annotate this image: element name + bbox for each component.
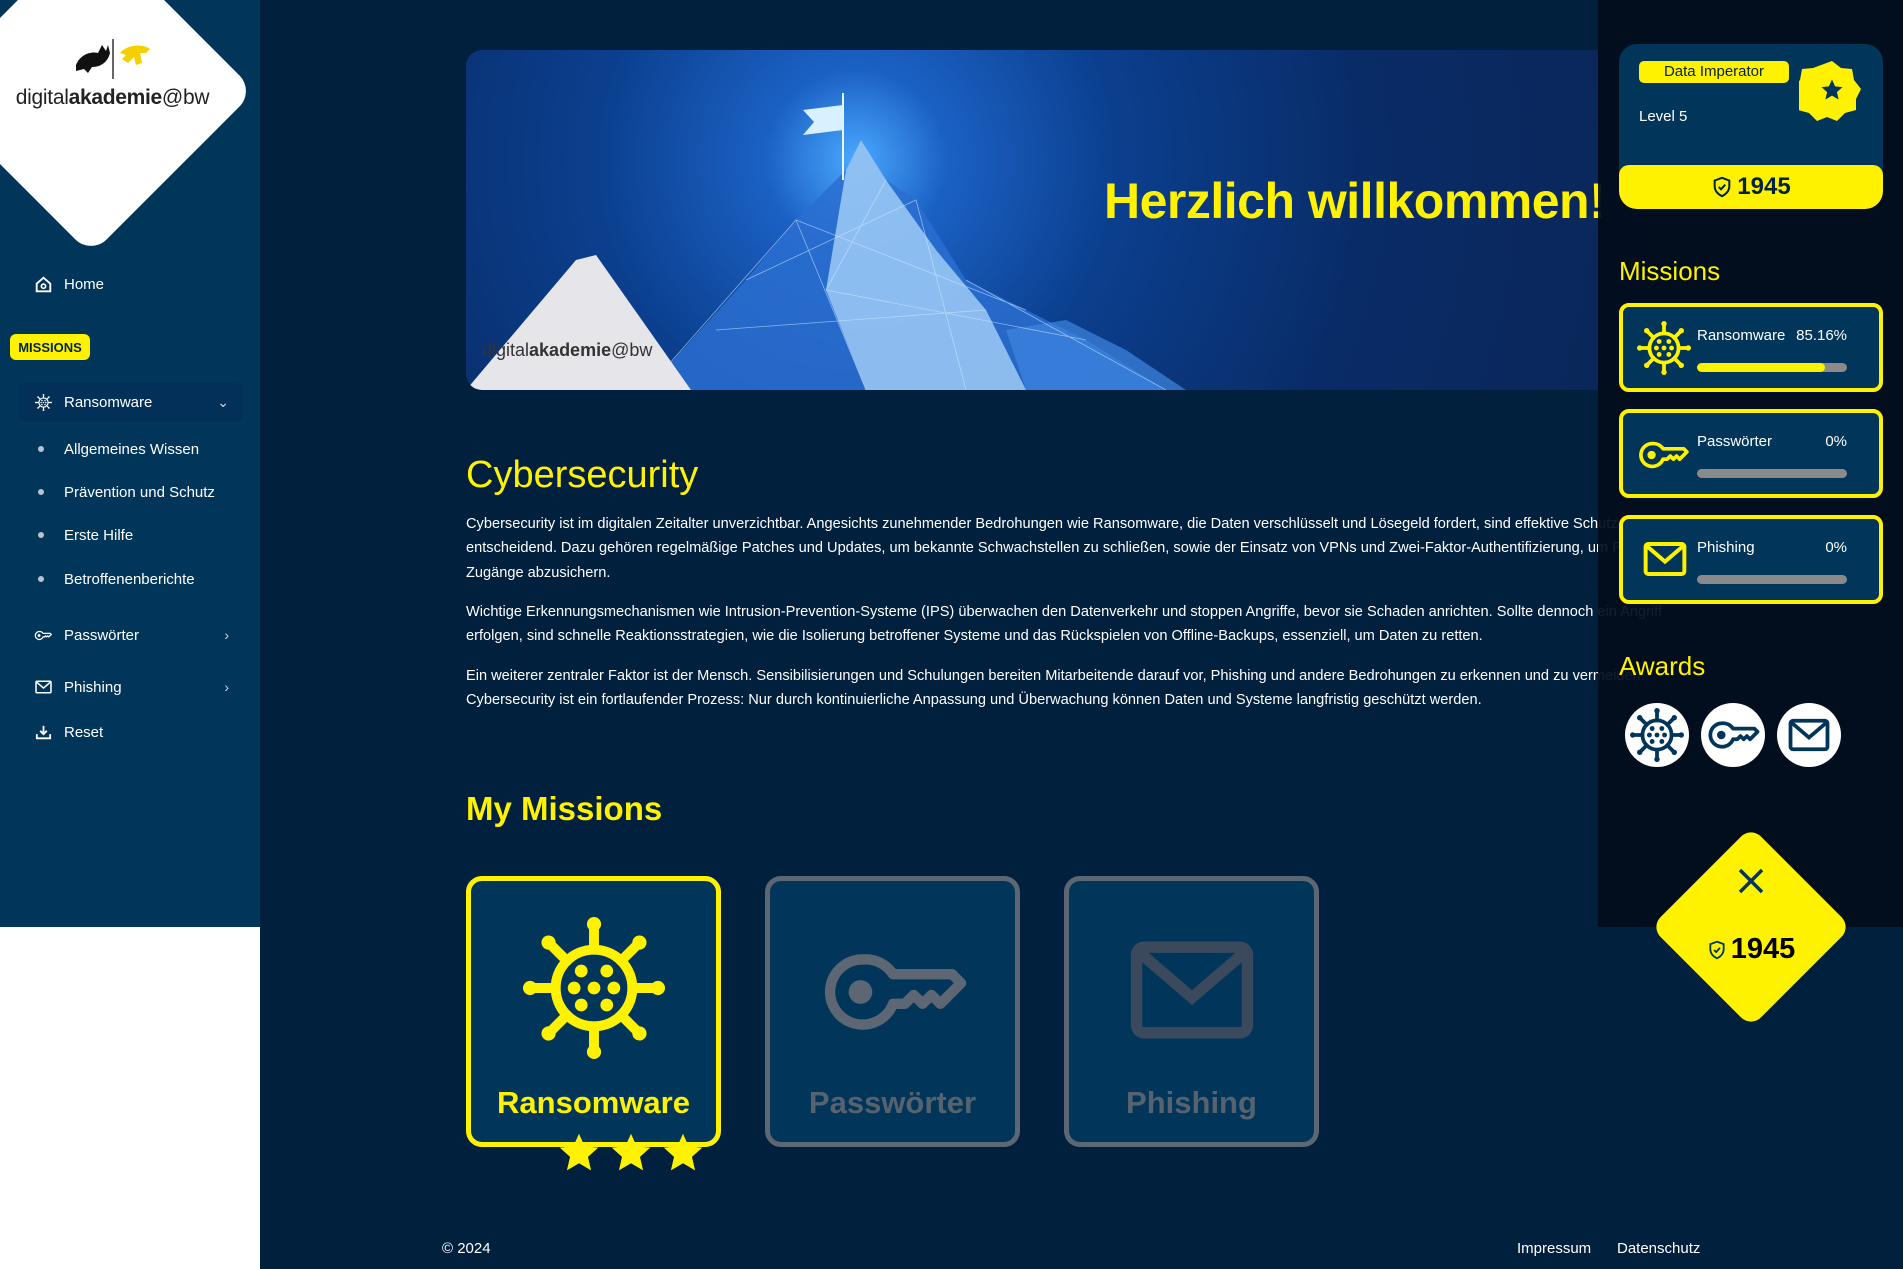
sidebar-item-reset[interactable]: Reset xyxy=(19,713,243,751)
bullet-icon xyxy=(38,576,44,582)
chevron-right-icon: › xyxy=(224,679,229,695)
score-value: 1945 xyxy=(1730,933,1796,965)
chevron-down-icon: ⌄ xyxy=(217,393,229,410)
mail-icon xyxy=(1129,939,1255,1041)
profile-card: Data Imperator Level 5 1945 xyxy=(1619,44,1883,209)
sidebar-item-label: Ransomware xyxy=(64,393,153,411)
star-icon xyxy=(557,1131,601,1175)
missions-section-badge: MISSIONS xyxy=(10,334,90,360)
sidebar-subitem-label: Erste Hilfe xyxy=(64,526,134,544)
virus-icon xyxy=(1630,708,1684,762)
key-icon xyxy=(32,630,54,641)
sidebar-footer-area xyxy=(0,927,260,1269)
mission-progress-bar xyxy=(1697,469,1847,478)
welcome-title: Herzlich willkommen! xyxy=(1104,173,1606,229)
mission-progress-fill xyxy=(1697,363,1825,372)
close-icon xyxy=(1738,868,1764,894)
mission-name: Ransomware xyxy=(1697,327,1786,344)
coat-of-arms-icon xyxy=(75,39,150,79)
bullet-icon xyxy=(38,489,44,495)
mission-card-passwoerter[interactable]: Passwörter xyxy=(765,876,1020,1147)
shield-check-icon xyxy=(1707,939,1727,961)
star-icon xyxy=(609,1131,653,1175)
key-icon xyxy=(1706,719,1760,751)
mission-card-label: Phishing xyxy=(1126,1085,1257,1120)
intro-paragraph: Cybersecurity ist im digitalen Zeitalter… xyxy=(466,516,1700,581)
download-icon xyxy=(32,725,54,740)
award-passwoerter[interactable] xyxy=(1701,703,1765,767)
sidebar-subitem-label: Allgemeines Wissen xyxy=(64,440,200,458)
section-title-cybersecurity: Cybersecurity xyxy=(466,454,699,496)
chevron-right-icon: › xyxy=(224,627,229,643)
sidebar-subitem-praevention[interactable]: Prävention und Schutz xyxy=(38,480,215,504)
logo[interactable]: digitalakademie@bw xyxy=(10,35,215,110)
sidebar: digitalakademie@bw Home MISSIONS Ransomw… xyxy=(0,0,260,927)
rank-badge: Data Imperator xyxy=(1639,61,1789,83)
mission-name: Phishing xyxy=(1697,539,1755,556)
sidebar-subitem-erste-hilfe[interactable]: Erste Hilfe xyxy=(38,523,133,547)
intro-paragraph: Wichtige Erkennungsmechanismen wie Intru… xyxy=(466,604,1663,645)
mission-card-phishing[interactable]: Phishing xyxy=(1064,876,1319,1147)
panel-mission-ransomware[interactable]: Ransomware 85.16% xyxy=(1619,303,1883,392)
mail-icon xyxy=(1788,718,1830,752)
points-display: 1945 xyxy=(1619,165,1883,209)
mail-icon xyxy=(1643,541,1687,577)
home-icon xyxy=(32,275,54,293)
sidebar-item-passwoerter[interactable]: Passwörter › xyxy=(19,616,243,654)
sidebar-subitem-allgemeines-wissen[interactable]: Allgemeines Wissen xyxy=(38,437,199,461)
virus-icon xyxy=(32,394,54,411)
mission-progress-bar xyxy=(1697,363,1847,372)
sidebar-subitem-betroffenenberichte[interactable]: Betroffenenberichte xyxy=(38,567,195,591)
star-icon xyxy=(661,1131,705,1175)
progress-panel: Data Imperator Level 5 1945 Missions Ran… xyxy=(1598,0,1903,927)
close-button[interactable] xyxy=(1732,862,1770,905)
sidebar-item-label: Home xyxy=(64,275,105,293)
panel-mission-phishing[interactable]: Phishing 0% xyxy=(1619,515,1883,604)
points-value: 1945 xyxy=(1737,173,1791,200)
mission-card-ransomware[interactable]: Ransomware xyxy=(466,876,721,1147)
mission-progress-bar xyxy=(1697,575,1847,584)
shield-check-icon xyxy=(1711,176,1733,198)
mission-name: Passwörter xyxy=(1697,433,1773,450)
sidebar-item-label: Passwörter xyxy=(64,626,140,644)
mission-card-label: Ransomware xyxy=(497,1085,690,1120)
mail-icon xyxy=(32,680,54,694)
panel-mission-passwoerter[interactable]: Passwörter 0% xyxy=(1619,409,1883,498)
copyright: © 2024 xyxy=(442,1240,491,1257)
sidebar-subitem-label: Prävention und Schutz xyxy=(64,483,215,501)
section-title-my-missions: My Missions xyxy=(466,790,663,827)
virus-icon xyxy=(1637,321,1691,375)
sidebar-item-ransomware[interactable]: Ransomware ⌄ xyxy=(19,383,243,421)
welcome-banner: digitalakademie@bw Herzlich willkommen! xyxy=(466,50,1646,390)
level-label: Level 5 xyxy=(1639,108,1688,125)
award-phishing[interactable] xyxy=(1777,703,1841,767)
key-icon xyxy=(1637,439,1689,471)
award-ransomware[interactable] xyxy=(1625,703,1689,767)
sidebar-item-label: Reset xyxy=(64,723,104,741)
mission-percent: 0% xyxy=(1825,433,1847,450)
star-badge-icon xyxy=(1799,61,1861,121)
score-display: 1945 xyxy=(1690,933,1812,966)
logo-text: digitalakademie@bw xyxy=(15,86,210,109)
panel-missions-title: Missions xyxy=(1619,256,1721,286)
key-icon xyxy=(819,947,967,1037)
bullet-icon xyxy=(38,532,44,538)
sidebar-item-label: Phishing xyxy=(64,678,122,696)
intro-paragraph: Ein weiterer zentraler Faktor ist der Me… xyxy=(466,668,1645,709)
mission-percent: 85.16% xyxy=(1796,327,1847,344)
sidebar-subitem-label: Betroffenenberichte xyxy=(64,570,195,588)
mission-percent: 0% xyxy=(1825,539,1847,556)
sidebar-item-phishing[interactable]: Phishing › xyxy=(19,668,243,706)
sidebar-item-home[interactable]: Home xyxy=(19,265,243,303)
datenschutz-link[interactable]: Datenschutz xyxy=(1617,1240,1700,1257)
virus-icon xyxy=(523,917,665,1059)
mission-card-label: Passwörter xyxy=(808,1085,977,1120)
mission-stars xyxy=(557,1131,705,1175)
bullet-icon xyxy=(38,446,44,452)
banner-logo: digitalakademie@bw xyxy=(482,340,653,360)
awards-title: Awards xyxy=(1619,651,1706,681)
impressum-link[interactable]: Impressum xyxy=(1517,1240,1591,1257)
